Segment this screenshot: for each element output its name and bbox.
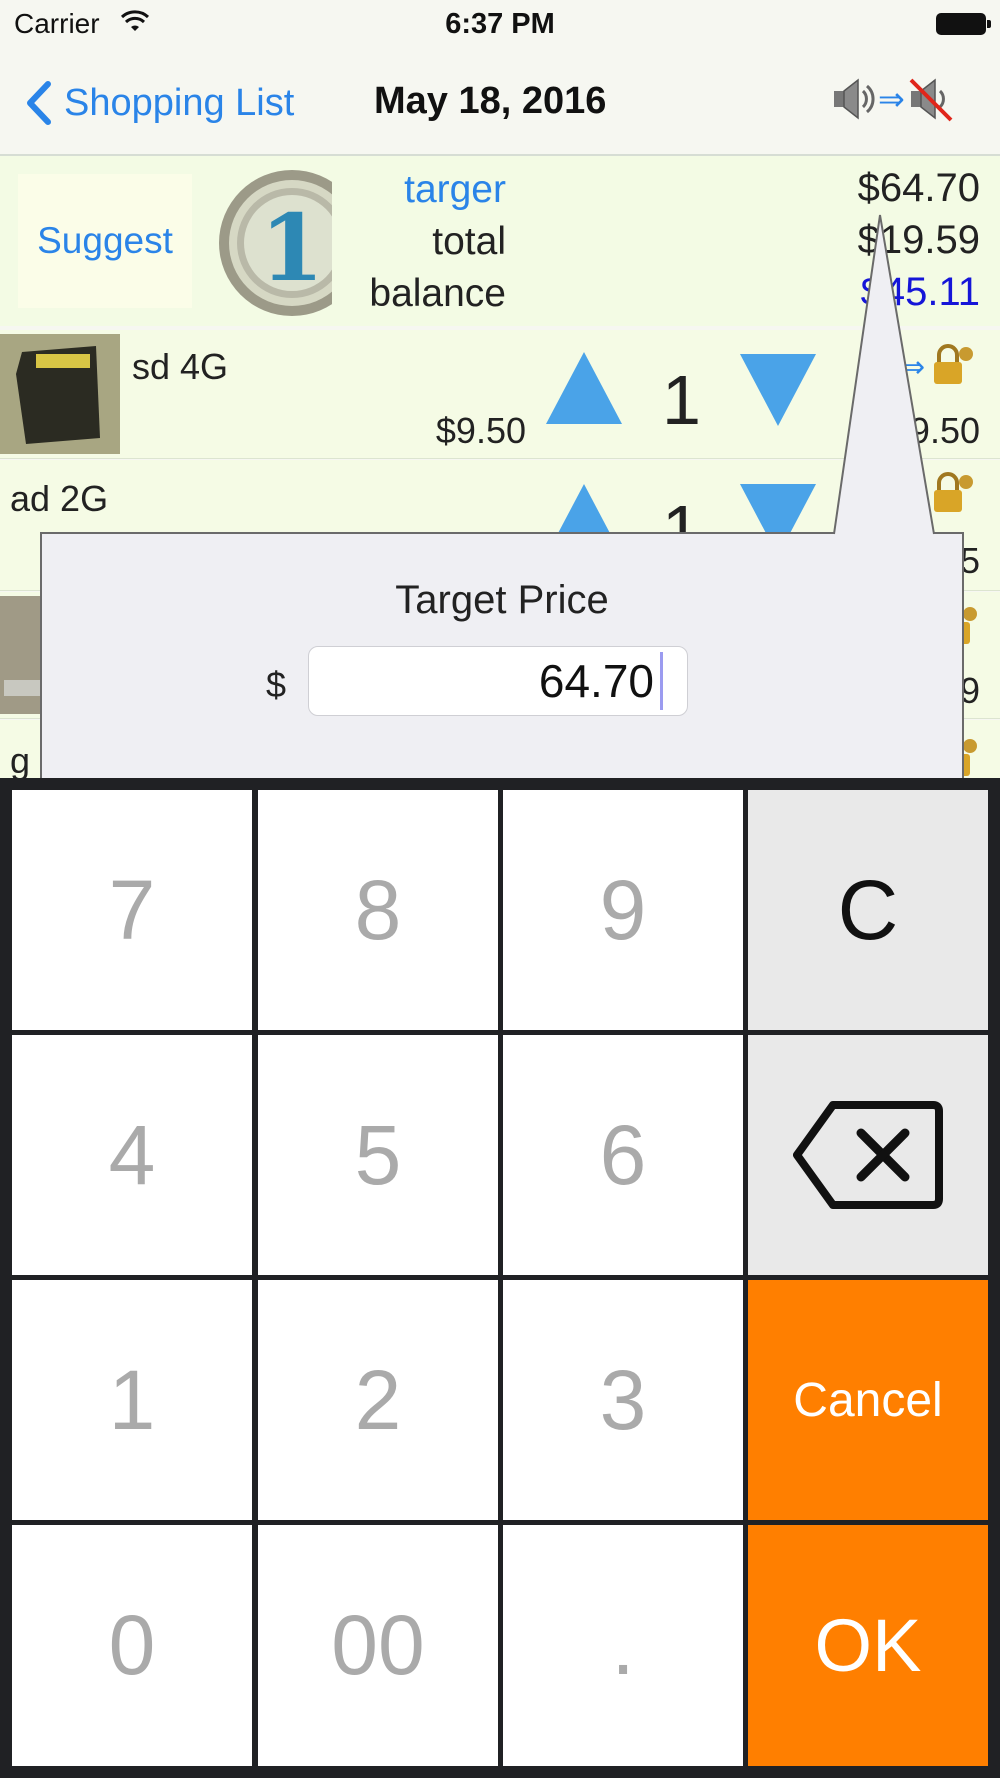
backspace-icon <box>793 1101 943 1209</box>
row-arrow: ⇒ <box>900 351 926 384</box>
currency-symbol: $ <box>266 664 287 705</box>
status-bar: Carrier 6:37 PM <box>0 0 1000 50</box>
ok-button[interactable]: OK <box>748 1525 988 1766</box>
text-cursor <box>660 652 663 710</box>
clear-button[interactable]: C <box>748 790 988 1030</box>
item-name: ad 2G <box>10 478 109 519</box>
key-decimal[interactable]: . <box>503 1525 743 1766</box>
key-8[interactable]: 8 <box>258 790 498 1030</box>
target-price-input[interactable]: 64.70 <box>308 646 688 716</box>
sound-toggle[interactable]: ⇒ <box>830 76 953 122</box>
balance-value: $45.11 <box>860 270 980 314</box>
target-label: targer <box>404 168 506 211</box>
status-time: 6:37 PM <box>445 8 555 40</box>
item-unit-price: $9.50 <box>435 410 526 451</box>
page-title: May 18, 2016 <box>374 80 607 122</box>
key-5[interactable]: 5 <box>258 1035 498 1275</box>
target-value[interactable]: $64.70 <box>650 166 980 211</box>
key-7[interactable]: 7 <box>12 790 252 1030</box>
battery-tip <box>987 20 991 28</box>
balance-label: balance <box>369 272 506 315</box>
cancel-button[interactable]: Cancel <box>748 1280 988 1520</box>
key-3[interactable]: 3 <box>503 1280 743 1520</box>
popover-title: Target Price <box>395 578 609 622</box>
target-price-value: 64.70 <box>538 655 654 707</box>
list-item[interactable]: sd 4G $9.50 1 ⇒ $9.50 <box>0 330 1000 459</box>
lock-key-icon[interactable] <box>930 342 976 388</box>
increment-arrow-icon[interactable] <box>544 350 624 426</box>
total-label: total <box>432 220 506 263</box>
item-quantity: 1 <box>662 361 701 439</box>
lock-key-icon[interactable] <box>930 470 976 516</box>
key-4[interactable]: 4 <box>12 1035 252 1275</box>
key-2[interactable]: 2 <box>258 1280 498 1520</box>
back-label: Shopping List <box>64 81 295 124</box>
speaker-muted-icon <box>909 78 953 122</box>
backspace-button[interactable] <box>748 1035 988 1275</box>
key-1[interactable]: 1 <box>12 1280 252 1520</box>
battery-icon <box>936 13 986 35</box>
item-subtotal: $9.50 <box>889 410 980 451</box>
suggest-button[interactable]: Suggest <box>18 174 192 308</box>
item-name: sd 4G <box>132 346 229 387</box>
usb-drive-image <box>0 596 40 714</box>
navigation-bar: Shopping List May 18, 2016 ⇒ <box>0 50 1000 156</box>
sound-arrow: ⇒ <box>878 81 905 117</box>
key-0[interactable]: 0 <box>12 1525 252 1766</box>
sd-card-image <box>0 334 120 454</box>
total-value: $19.59 <box>857 218 980 262</box>
back-button[interactable]: Shopping List <box>26 78 294 128</box>
key-6[interactable]: 6 <box>503 1035 743 1275</box>
chevron-left-icon <box>27 81 51 125</box>
speaker-icon <box>834 78 875 120</box>
key-9[interactable]: 9 <box>503 790 743 1030</box>
key-00[interactable]: 00 <box>258 1525 498 1766</box>
item-name: g <box>10 740 31 781</box>
budget-summary: Suggest 1 targer total balance $64.70 $1… <box>0 156 1000 326</box>
target-price-popover: Target Price $ 64.70 <box>40 532 964 782</box>
numeric-keypad: 7 8 9 C 4 5 6 1 2 3 Cancel 0 00 . OK <box>0 778 1000 1778</box>
